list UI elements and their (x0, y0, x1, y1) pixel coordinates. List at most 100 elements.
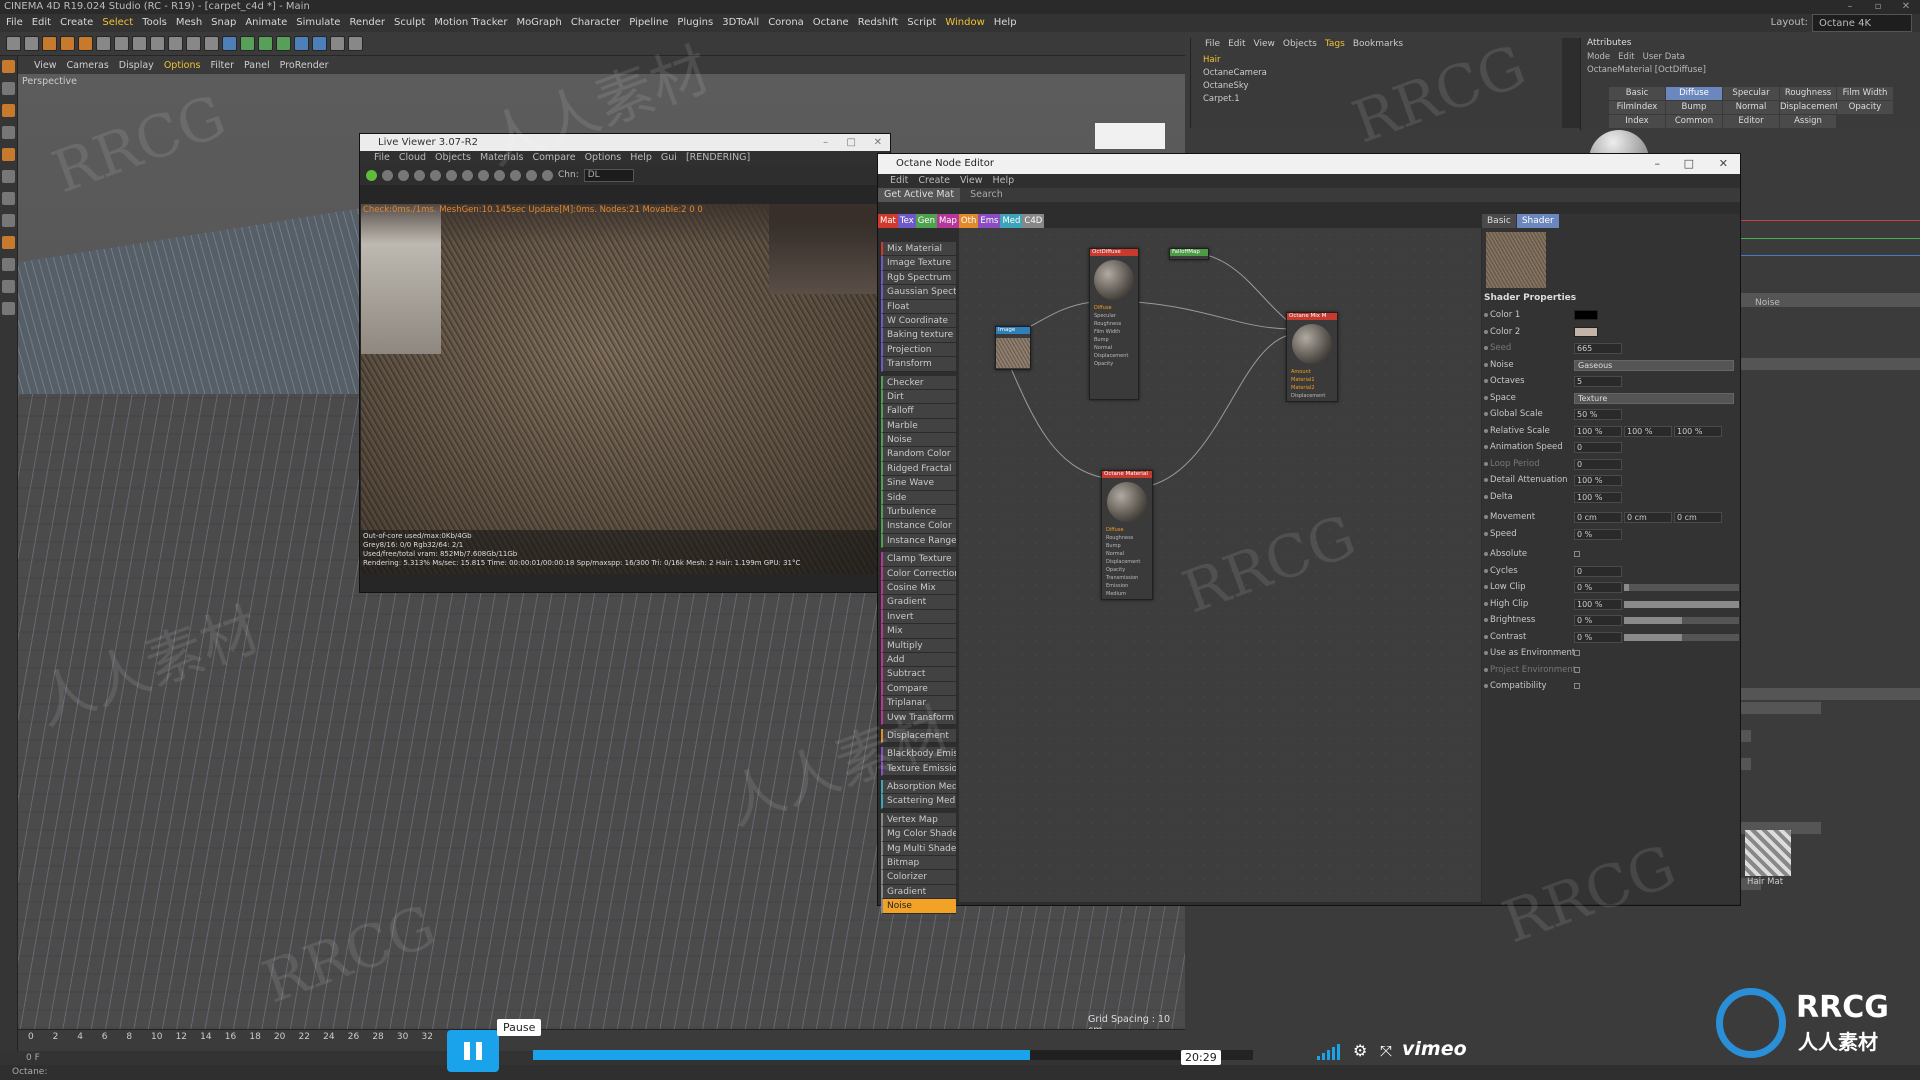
live-viewer-menu-item[interactable]: Options (585, 151, 622, 165)
menu-plugins[interactable]: Plugins (677, 14, 713, 32)
menu-corona[interactable]: Corona (768, 14, 804, 32)
attributes-tab[interactable]: Index (1609, 115, 1665, 128)
workplane-icon[interactable] (2, 126, 15, 139)
vimeo-logo[interactable]: vimeo (1402, 1038, 1467, 1060)
node-list-item[interactable]: Multiply (881, 638, 956, 653)
node-list-item[interactable]: W Coordinate (881, 313, 956, 329)
object-manager-menu-item[interactable]: View (1254, 38, 1275, 51)
node-list-item[interactable]: Instance Color (881, 519, 956, 534)
node-list-item[interactable]: Add (881, 652, 956, 668)
cube-icon[interactable] (222, 36, 237, 51)
node-list-item[interactable]: Subtract (881, 667, 956, 682)
right-slider[interactable] (1741, 758, 1751, 770)
node-list-item[interactable]: Gaussian Spectrum (881, 285, 956, 300)
prop-slider[interactable] (1624, 600, 1739, 608)
port[interactable]: Normal (1090, 344, 1138, 352)
prop-animate-dot[interactable] (1484, 585, 1488, 589)
undo-icon[interactable] (6, 36, 21, 51)
attributes-tab[interactable]: Editor (1723, 115, 1779, 128)
category-tab-tex[interactable]: Tex (897, 214, 916, 228)
current-frame[interactable]: 0 F (26, 1053, 40, 1063)
object-manager-menu-item[interactable]: Bookmarks (1353, 38, 1403, 51)
node-list-item[interactable]: Image Texture (881, 256, 956, 271)
live-viewer-menu-item[interactable]: [RENDERING] (686, 151, 750, 165)
prop-checkbox[interactable] (1574, 666, 1580, 673)
port[interactable]: Emission (1102, 582, 1152, 590)
ne-maximize-button[interactable]: □ (1684, 154, 1694, 174)
node-falloff[interactable]: FalloffMap (1169, 248, 1209, 260)
points-mode-icon[interactable] (2, 148, 15, 161)
node-list-item[interactable]: Vertex Map (881, 812, 956, 828)
solo-icon[interactable] (2, 280, 15, 293)
node-list-item[interactable]: Absorption Medium (881, 780, 956, 795)
settings-gear-icon[interactable]: ⚙ (1353, 1042, 1371, 1060)
lv-minimize-button[interactable]: – (823, 134, 828, 151)
prop-animate-dot[interactable] (1484, 362, 1488, 367)
node-list-item[interactable]: Triplanar (881, 696, 956, 711)
lock-workplane-icon[interactable] (2, 258, 15, 271)
menu-snap[interactable]: Snap (211, 14, 236, 32)
prop-slider[interactable] (1624, 584, 1739, 591)
node-oct-diffuse[interactable]: OctDiffuse Diffuse Specular Roughness Fi… (1089, 248, 1139, 400)
node-editor-titlebar[interactable]: Octane Node Editor – □ ✕ (878, 154, 1740, 174)
attributes-tab[interactable]: FilmIndex (1609, 101, 1665, 114)
hair-material-thumb[interactable] (1745, 830, 1791, 876)
node-list-item[interactable]: Noise (881, 433, 956, 448)
attributes-tab[interactable]: Displacement (1780, 101, 1838, 114)
object-carpet[interactable]: Carpet.1 (1203, 94, 1240, 105)
prop-animate-dot[interactable] (1484, 601, 1488, 606)
prop-dropdown[interactable]: Texture (1574, 392, 1734, 404)
tab-basic[interactable]: Basic (1482, 214, 1516, 228)
menu-pipeline[interactable]: Pipeline (629, 14, 668, 32)
lv-close-button[interactable]: ✕ (874, 134, 882, 151)
node-list-item[interactable]: Marble (881, 418, 956, 434)
menu-edit[interactable]: Edit (32, 14, 51, 32)
menu-script[interactable]: Script (907, 14, 936, 32)
prop-animate-dot[interactable] (1484, 651, 1488, 655)
node-list-item[interactable]: Colorizer (881, 870, 956, 885)
prop-animate-dot[interactable] (1484, 684, 1488, 688)
menu-window[interactable]: Window (945, 14, 984, 32)
prop-field[interactable]: 0 cm (1674, 512, 1722, 523)
menu-mesh[interactable]: Mesh (176, 14, 202, 32)
node-list-item[interactable]: Clamp Texture (881, 552, 956, 567)
menu-simulate[interactable]: Simulate (296, 14, 340, 32)
octane-node-editor-window[interactable]: Octane Node Editor – □ ✕ Edit Create View H… (877, 153, 1741, 914)
menu-render[interactable]: Render (349, 14, 385, 32)
node-list-item[interactable]: Color Correction (881, 566, 956, 581)
live-viewer-menu-item[interactable]: Help (630, 151, 652, 165)
category-tab-oth[interactable]: Oth (958, 214, 979, 228)
lock-icon[interactable] (446, 169, 457, 181)
node-list-item[interactable]: Scattering Medium (881, 794, 956, 809)
node-editor-menu-item[interactable]: View (960, 174, 983, 188)
rotate-icon[interactable] (78, 36, 93, 51)
minimize-button[interactable]: – (1836, 0, 1864, 14)
node-editor-menu-item[interactable]: Edit (890, 174, 908, 188)
material-picker-icon[interactable] (494, 169, 505, 181)
prop-animate-dot[interactable] (1484, 552, 1488, 556)
prop-checkbox[interactable] (1574, 551, 1580, 557)
attributes-tab[interactable]: Roughness (1780, 87, 1836, 100)
port[interactable]: Opacity (1090, 360, 1138, 368)
array-icon[interactable] (276, 36, 291, 51)
node-list-item[interactable]: Displacement (881, 728, 956, 744)
node-list-item[interactable]: Mix Material (881, 242, 956, 257)
object-octane-camera[interactable]: OctaneCamera (1203, 68, 1267, 79)
port[interactable]: Roughness (1102, 534, 1152, 542)
node-list-item[interactable]: Rgb Spectrum (881, 270, 956, 286)
layout-dropdown[interactable]: Octane 4K (1812, 14, 1912, 32)
port[interactable]: Amount (1287, 368, 1337, 376)
search-button[interactable]: Search (960, 188, 1013, 202)
color-swatch[interactable] (1574, 310, 1598, 320)
node-list-item[interactable]: Falloff (881, 404, 956, 419)
node-list-item[interactable]: Mg Color Shader (881, 827, 956, 842)
send-scene-icon[interactable] (366, 169, 377, 181)
snap-icon[interactable] (2, 236, 15, 249)
prop-field[interactable]: 100 % (1624, 425, 1672, 437)
menu-animate[interactable]: Animate (245, 14, 287, 32)
pause-render-icon[interactable] (398, 169, 409, 181)
port[interactable]: Diffuse (1102, 526, 1152, 534)
camera-icon[interactable] (330, 36, 345, 51)
prop-field[interactable]: 0 % (1574, 528, 1622, 540)
right-slider[interactable] (1741, 688, 1920, 700)
